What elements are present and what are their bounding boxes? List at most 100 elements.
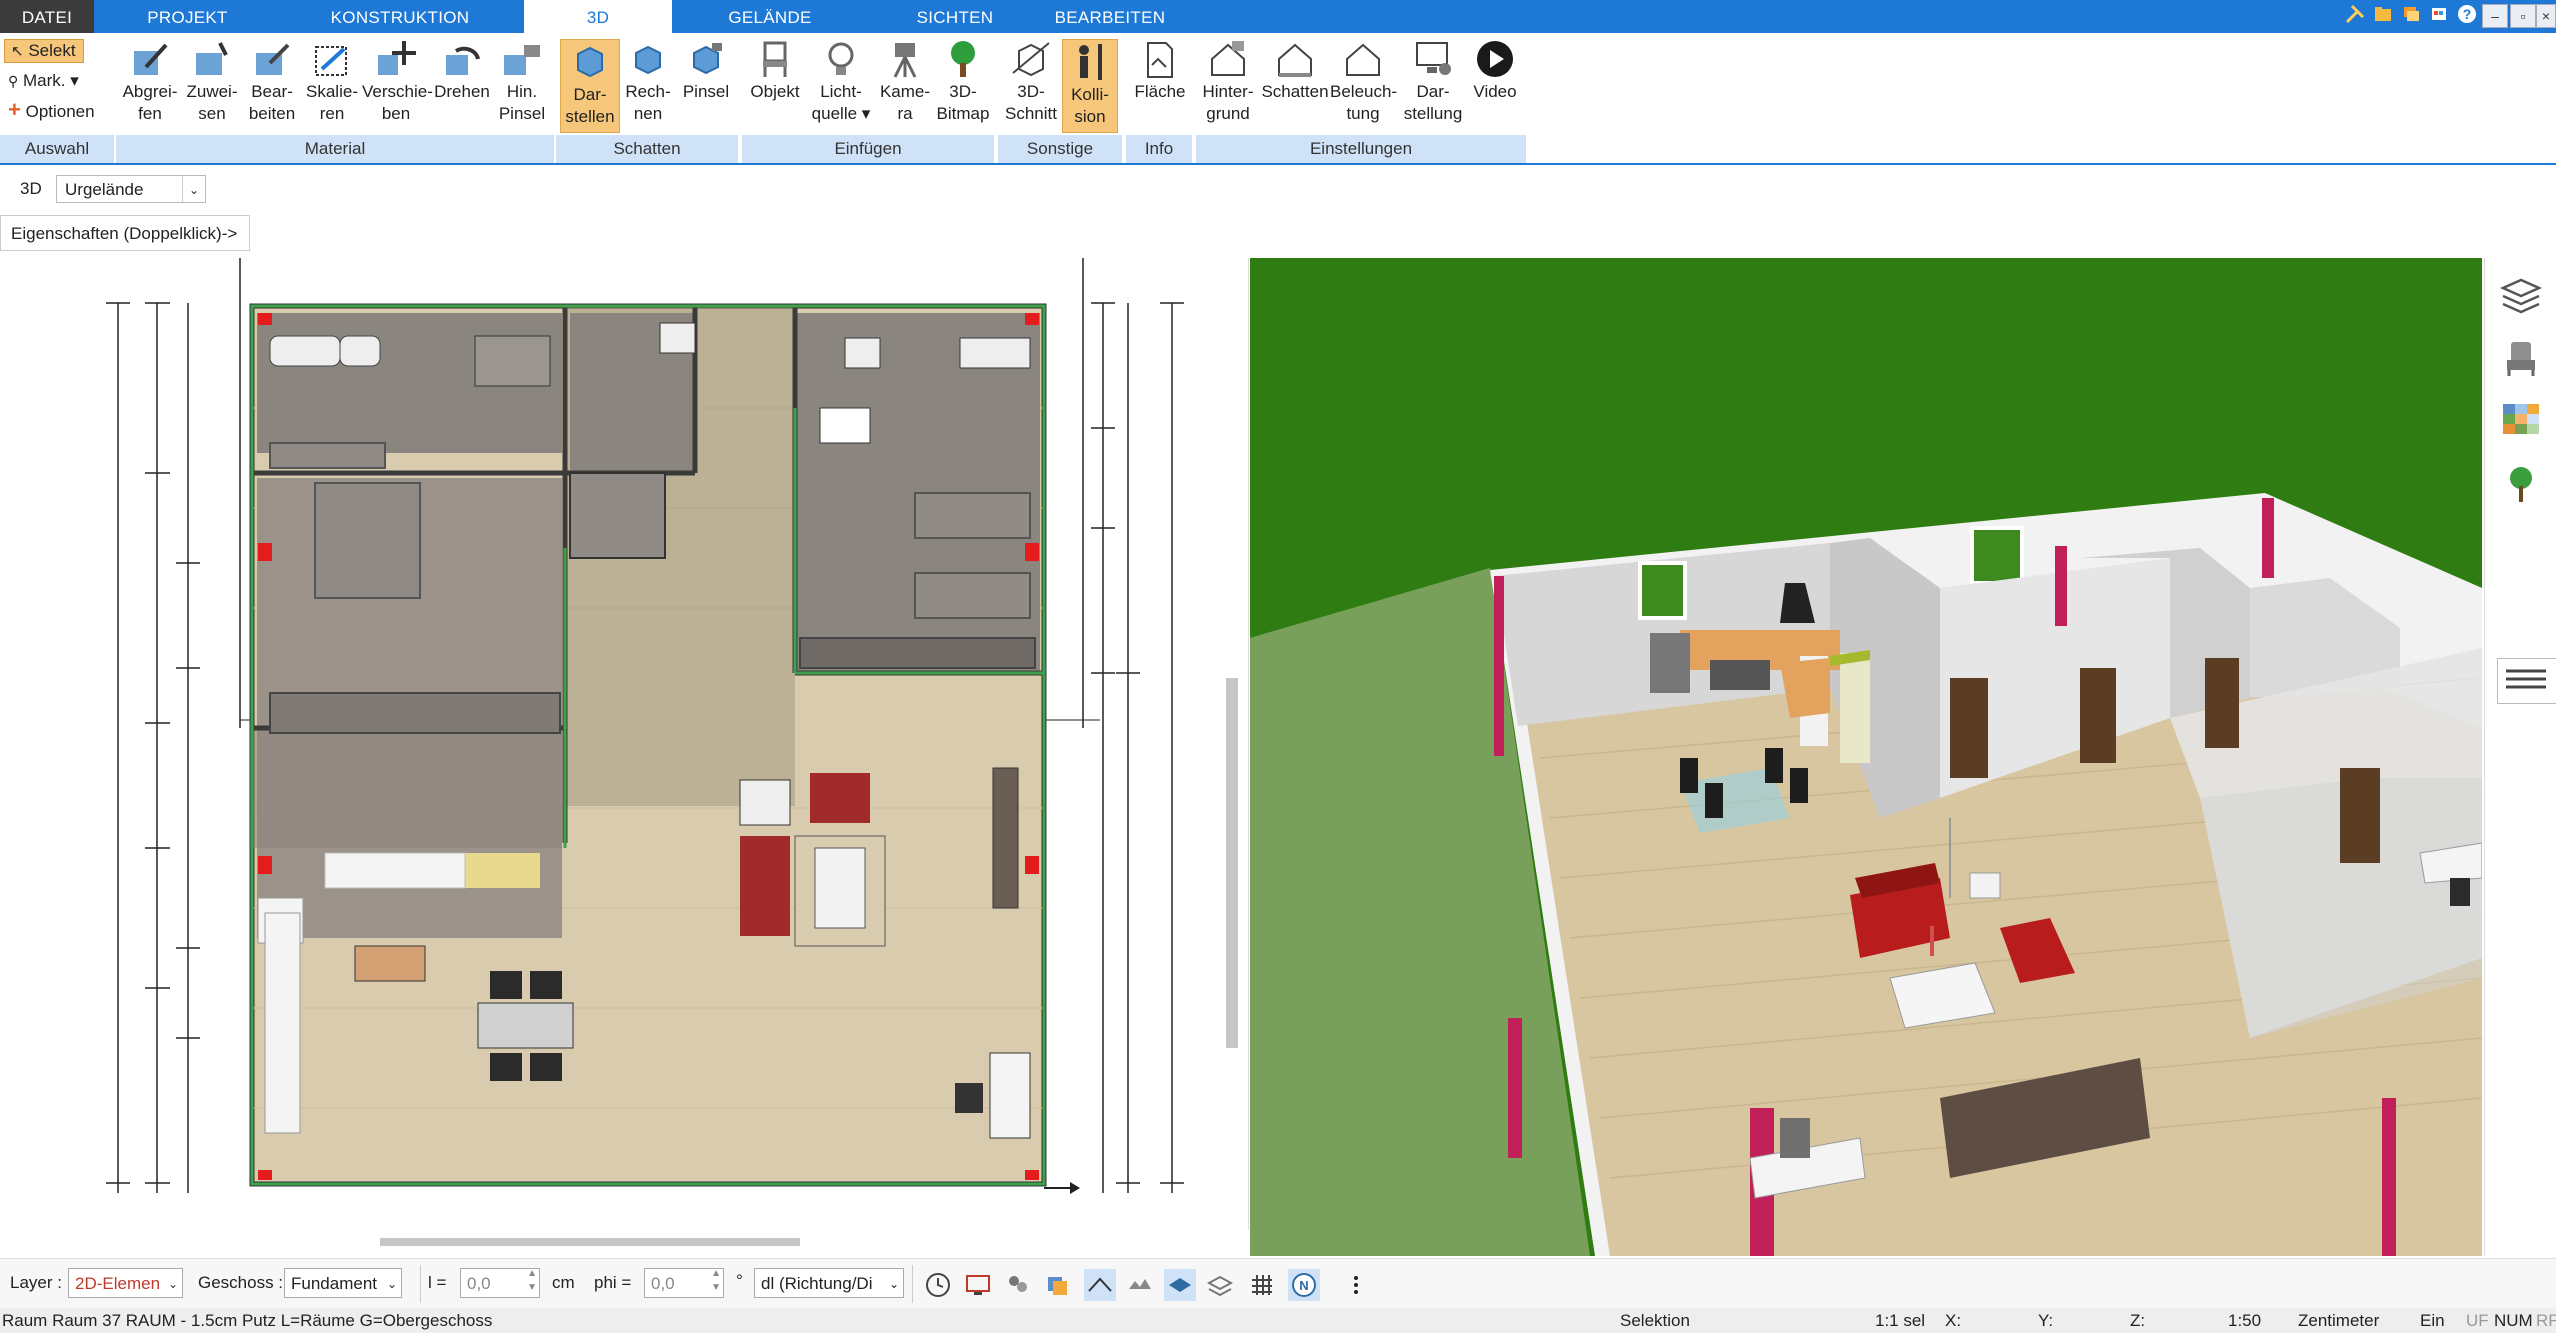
status-x: X: xyxy=(1945,1311,1962,1330)
tab-3d[interactable]: 3D xyxy=(524,0,672,34)
group-einstellungen: Einstellungen xyxy=(1196,135,1526,163)
monitor-icon[interactable] xyxy=(962,1269,994,1301)
lichtquelle-button[interactable]: Licht- quelle ▾ xyxy=(808,37,874,125)
mark-icon: ⚲ xyxy=(8,73,19,89)
kamera-button[interactable]: Kame- ra xyxy=(876,37,934,125)
flaeche-button[interactable]: Fläche xyxy=(1132,37,1188,103)
minimize-icon[interactable]: – xyxy=(2482,4,2508,28)
palette-icon[interactable] xyxy=(2426,3,2452,29)
plan-vscroll-thumb[interactable] xyxy=(1226,678,1238,1048)
floor-plan-view[interactable] xyxy=(0,258,1218,1230)
einstellungen-schatten-button[interactable]: Schatten xyxy=(1260,37,1330,103)
spinner-icon[interactable]: ▲ ▼ xyxy=(711,1267,721,1295)
darstellen-button[interactable]: Dar- stellen xyxy=(560,39,620,133)
mark-button[interactable]: ⚲ Mark. ▾ xyxy=(8,69,79,93)
terrain-select[interactable]: Urgelände ⌄ xyxy=(56,175,206,203)
layer-select[interactable]: 2D-Elemen ⌄ xyxy=(68,1268,183,1298)
tools-icon[interactable] xyxy=(2342,3,2368,29)
bearbeiten-button[interactable]: Bear- beiten xyxy=(242,37,302,125)
plant-icon[interactable] xyxy=(2499,462,2543,506)
layers-icon[interactable] xyxy=(2499,274,2543,318)
status-unit: Zentimeter xyxy=(2298,1311,2380,1330)
schatten-pinsel-button[interactable]: Pinsel xyxy=(678,37,734,103)
spinner-icon[interactable]: ▲ ▼ xyxy=(527,1267,537,1295)
hintergrund-button[interactable]: Hinter- grund xyxy=(1196,37,1260,125)
roof-icon[interactable] xyxy=(1084,1269,1116,1301)
status-selection: 1:1 sel xyxy=(1875,1311,1926,1330)
close-icon[interactable]: × xyxy=(2536,4,2556,28)
tab-sichten[interactable]: SICHTEN xyxy=(880,0,1030,33)
menu-bar: DATEI PROJEKT KONSTRUKTION 3D GELÄNDE SI… xyxy=(0,0,2556,34)
3d-schnitt-button[interactable]: 3D- Schnitt xyxy=(1002,37,1060,125)
clock-icon[interactable] xyxy=(922,1269,954,1301)
group-material: Material xyxy=(116,135,554,163)
eyedropper-icon xyxy=(118,37,182,81)
geschoss-label: Geschoss : xyxy=(198,1273,284,1292)
restore-icon[interactable]: ▫ xyxy=(2510,4,2536,28)
scale-icon xyxy=(302,37,362,81)
help-icon[interactable]: ? xyxy=(2454,3,2480,29)
group-icon[interactable] xyxy=(1002,1269,1034,1301)
direction-select[interactable]: dl (Richtung/Di ⌄ xyxy=(754,1268,904,1298)
bearbeiten-label-2: beiten xyxy=(248,104,296,123)
assign-material-icon xyxy=(182,37,242,81)
3d-bitmap-button[interactable]: 3D- Bitmap xyxy=(934,37,992,125)
selekt-button[interactable]: ↖ Selekt xyxy=(4,39,84,63)
plan-hscroll-track xyxy=(0,1232,1218,1252)
bearbeiten-label-1: Bear- xyxy=(251,82,293,101)
verschieben-label-1: Verschie- xyxy=(362,82,433,101)
more-options-icon[interactable] xyxy=(1340,1269,1372,1301)
kollision-label-2: sion xyxy=(1074,107,1106,126)
beleuchtung-label-2: tung xyxy=(1346,104,1380,123)
brush-icon xyxy=(494,37,550,81)
geschoss-select[interactable]: Fundament ⌄ xyxy=(284,1268,402,1298)
zuweisen-button[interactable]: Zuwei- sen xyxy=(182,37,242,125)
beleuchtung-button[interactable]: Beleuch- tung xyxy=(1330,37,1397,125)
folder-icon[interactable] xyxy=(2370,3,2396,29)
verschieben-button[interactable]: Verschie- ben xyxy=(362,37,433,125)
objekt-label-1: Objekt xyxy=(750,82,800,101)
side-toolbar xyxy=(2484,258,2556,1256)
terrain-icon[interactable] xyxy=(1124,1269,1156,1301)
skalieren-button[interactable]: Skalie- ren xyxy=(302,37,362,125)
plan-scroll-track xyxy=(1218,258,1249,1230)
objekt-button[interactable]: Objekt xyxy=(746,37,804,103)
chevron-down-icon: ⌄ xyxy=(182,176,205,202)
grid-icon[interactable] xyxy=(1246,1269,1278,1301)
abgreifen-button[interactable]: Abgrei- fen xyxy=(118,37,182,125)
drehen-button[interactable]: Drehen xyxy=(430,37,494,103)
drehen-label-1: Drehen xyxy=(434,82,490,101)
plan-hscroll-thumb[interactable] xyxy=(380,1238,800,1246)
properties-hint[interactable]: Eigenschaften (Doppelklick)-> xyxy=(0,215,250,251)
tab-projekt[interactable]: PROJEKT xyxy=(120,0,255,33)
person-wall-icon xyxy=(1063,40,1117,84)
material-palette-icon[interactable] xyxy=(2499,398,2543,442)
slab-icon[interactable] xyxy=(1204,1269,1236,1301)
windows-icon[interactable] xyxy=(2398,3,2424,29)
layers-stack-icon[interactable] xyxy=(1042,1269,1074,1301)
l-input[interactable]: 0,0 ▲ ▼ xyxy=(460,1268,540,1298)
edit-material-icon xyxy=(242,37,302,81)
l-value: 0,0 xyxy=(467,1274,491,1293)
tab-datei[interactable]: DATEI xyxy=(0,0,94,33)
video-button[interactable]: Video xyxy=(1468,37,1522,103)
status-y: Y: xyxy=(2038,1311,2054,1330)
floor-plane-icon[interactable] xyxy=(1164,1269,1196,1301)
tab-bearbeiten[interactable]: BEARBEITEN xyxy=(1040,0,1180,33)
armchair-icon[interactable] xyxy=(2499,336,2543,380)
optionen-button[interactable]: + Optionen xyxy=(8,97,95,123)
3d-view[interactable] xyxy=(1250,258,2482,1256)
cube-cut-icon xyxy=(1002,37,1060,81)
move-icon xyxy=(362,37,430,81)
north-icon[interactable]: N xyxy=(1288,1269,1320,1301)
hin-pinsel-button[interactable]: Hin. Pinsel xyxy=(494,37,550,125)
cube-calc-icon xyxy=(620,37,676,81)
menu-hamburger-icon[interactable] xyxy=(2497,658,2556,704)
play-icon xyxy=(1468,37,1522,81)
kollision-button[interactable]: Kolli- sion xyxy=(1062,39,1118,133)
darstellung-button[interactable]: Dar- stellung xyxy=(1398,37,1468,125)
phi-input[interactable]: 0,0 ▲ ▼ xyxy=(644,1268,724,1298)
rechnen-button[interactable]: Rech- nen xyxy=(620,37,676,125)
tab-konstruktion[interactable]: KONSTRUKTION xyxy=(320,0,480,33)
tab-gelaende[interactable]: GELÄNDE xyxy=(700,0,840,33)
